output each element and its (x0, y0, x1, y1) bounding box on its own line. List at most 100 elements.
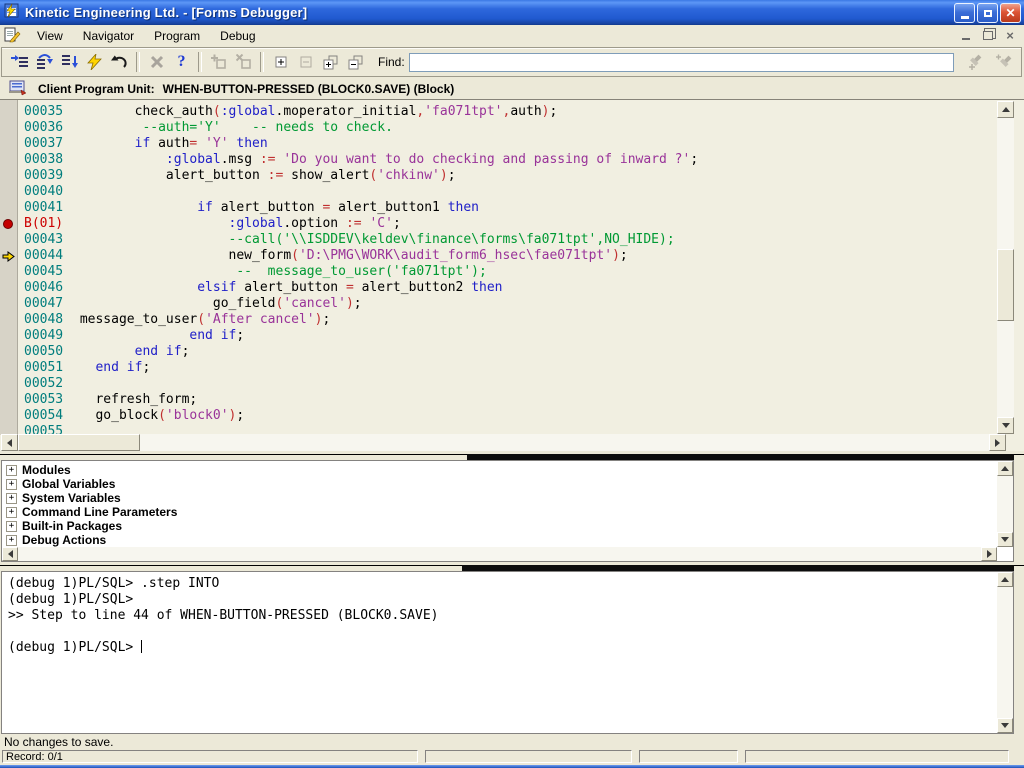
document-pencil-icon[interactable] (4, 27, 21, 46)
add-breakpoint-button[interactable] (206, 50, 231, 74)
code-line[interactable]: 00044 new_form('D:\PMG\WORK\audit_form6_… (0, 248, 996, 264)
find-input[interactable] (409, 53, 954, 72)
line-gutter[interactable] (0, 136, 18, 152)
code-line[interactable]: 00043 --call('\\ISDDEV\keldev\finance\fo… (0, 232, 996, 248)
line-gutter[interactable] (0, 232, 18, 248)
code-line[interactable]: 00049 end if; (0, 328, 996, 344)
expand-button[interactable] (268, 50, 293, 74)
mdi-restore-button[interactable] (980, 28, 996, 43)
source-code-pane[interactable]: 00035 check_auth(:global.moperator_initi… (0, 99, 1024, 452)
menu-view[interactable]: View (27, 26, 73, 46)
code-line[interactable]: 00047 go_field('cancel'); (0, 296, 996, 312)
expand-plus-icon[interactable]: + (6, 479, 17, 490)
line-gutter[interactable] (0, 200, 18, 216)
tree-item-debug-actions[interactable]: + Debug Actions (6, 533, 993, 547)
delete-button[interactable] (144, 50, 169, 74)
line-gutter[interactable] (0, 280, 18, 296)
tree-item-modules[interactable]: + Modules (6, 463, 993, 477)
scroll-left-arrow[interactable] (2, 547, 18, 561)
expand-plus-icon[interactable]: + (6, 465, 17, 476)
line-gutter[interactable] (0, 168, 18, 184)
code-line[interactable]: 00050 end if; (0, 344, 996, 360)
line-gutter[interactable] (0, 360, 18, 376)
tree-item-label[interactable]: Global Variables (22, 477, 115, 491)
code-line[interactable]: 00053 refresh_form; (0, 392, 996, 408)
scroll-down-arrow[interactable] (997, 532, 1013, 547)
expand-all-button[interactable] (318, 50, 343, 74)
mdi-minimize-button[interactable] (958, 28, 974, 43)
scroll-up-arrow[interactable] (997, 572, 1013, 587)
tree-item-label[interactable]: Command Line Parameters (22, 505, 177, 519)
step-over-button[interactable] (32, 50, 57, 74)
line-gutter[interactable] (0, 312, 18, 328)
scroll-down-arrow[interactable] (997, 417, 1014, 434)
console-vertical-scrollbar[interactable] (997, 572, 1013, 733)
line-gutter[interactable] (0, 392, 18, 408)
reset-button[interactable] (107, 50, 132, 74)
code-line[interactable]: 00039 alert_button := show_alert('chkinw… (0, 168, 996, 184)
restore-button[interactable] (977, 3, 998, 23)
splitter-handle[interactable] (0, 451, 1024, 460)
line-gutter[interactable] (0, 216, 18, 232)
scroll-right-arrow[interactable] (981, 547, 997, 561)
line-gutter[interactable] (0, 104, 18, 120)
code-line[interactable]: 00036 --auth='Y' -- needs to check. (0, 120, 996, 136)
tree-item-built-in-packages[interactable]: + Built-in Packages (6, 519, 993, 533)
line-gutter[interactable] (0, 408, 18, 424)
line-gutter[interactable] (0, 344, 18, 360)
code-line[interactable]: 00038 :global.msg := 'Do you want to do … (0, 152, 996, 168)
menu-program[interactable]: Program (144, 26, 210, 46)
scroll-right-arrow[interactable] (989, 434, 1006, 451)
expand-plus-icon[interactable]: + (6, 493, 17, 504)
tree-item-label[interactable]: Debug Actions (22, 533, 106, 547)
line-gutter[interactable] (0, 264, 18, 280)
line-gutter[interactable] (0, 376, 18, 392)
code-line[interactable]: 00054 go_block('block0'); (0, 408, 996, 424)
tree-horizontal-scrollbar[interactable] (2, 547, 997, 561)
code-line[interactable]: 00052 (0, 376, 996, 392)
scrollbar-thumb[interactable] (18, 434, 140, 451)
tree-item-global-variables[interactable]: + Global Variables (6, 477, 993, 491)
tree-item-label[interactable]: Built-in Packages (22, 519, 122, 533)
line-gutter[interactable] (0, 328, 18, 344)
expand-plus-icon[interactable]: + (6, 535, 17, 546)
code-line[interactable]: 00035 check_auth(:global.moperator_initi… (0, 104, 996, 120)
tree-item-command-line-parameters[interactable]: + Command Line Parameters (6, 505, 993, 519)
expand-plus-icon[interactable]: + (6, 507, 17, 518)
code-line[interactable]: 00041 if alert_button = alert_button1 th… (0, 200, 996, 216)
code-line[interactable]: 00045 -- message_to_user('fa071tpt'); (0, 264, 996, 280)
collapse-button[interactable] (293, 50, 318, 74)
go-button[interactable] (82, 50, 107, 74)
scrollbar-thumb[interactable] (997, 249, 1014, 321)
menu-navigator[interactable]: Navigator (73, 26, 144, 46)
tree-vertical-scrollbar[interactable] (997, 461, 1013, 547)
code-line[interactable]: 00040 (0, 184, 996, 200)
code-line[interactable]: 00051 end if; (0, 360, 996, 376)
tree-item-system-variables[interactable]: + System Variables (6, 491, 993, 505)
mdi-close-button[interactable]: × (1002, 28, 1018, 43)
line-gutter[interactable] (0, 184, 18, 200)
code-line[interactable]: 00048 message_to_user('After cancel'); (0, 312, 996, 328)
minimize-button[interactable] (954, 3, 975, 23)
scroll-up-arrow[interactable] (997, 101, 1014, 118)
collapse-all-button[interactable] (343, 50, 368, 74)
remove-breakpoint-button[interactable] (231, 50, 256, 74)
line-gutter[interactable] (0, 296, 18, 312)
find-next-icon[interactable] (962, 50, 987, 74)
find-all-icon[interactable] (991, 50, 1016, 74)
close-button[interactable]: ✕ (1000, 3, 1021, 23)
scroll-up-arrow[interactable] (997, 461, 1013, 476)
source-horizontal-scrollbar[interactable] (1, 434, 1006, 451)
tree-item-label[interactable]: System Variables (22, 491, 121, 505)
menu-debug[interactable]: Debug (210, 26, 265, 46)
tree-item-label[interactable]: Modules (22, 463, 71, 477)
help-button[interactable]: ? (169, 50, 194, 74)
code-line[interactable]: 00037 if auth= 'Y' then (0, 136, 996, 152)
scroll-down-arrow[interactable] (997, 718, 1013, 733)
splitter-handle[interactable] (0, 562, 1024, 571)
expand-plus-icon[interactable]: + (6, 521, 17, 532)
source-vertical-scrollbar[interactable] (997, 101, 1014, 434)
debug-console-pane[interactable]: (debug 1)PL/SQL> .step INTO(debug 1)PL/S… (1, 571, 1014, 734)
line-gutter[interactable] (0, 152, 18, 168)
step-into-button[interactable] (7, 50, 32, 74)
